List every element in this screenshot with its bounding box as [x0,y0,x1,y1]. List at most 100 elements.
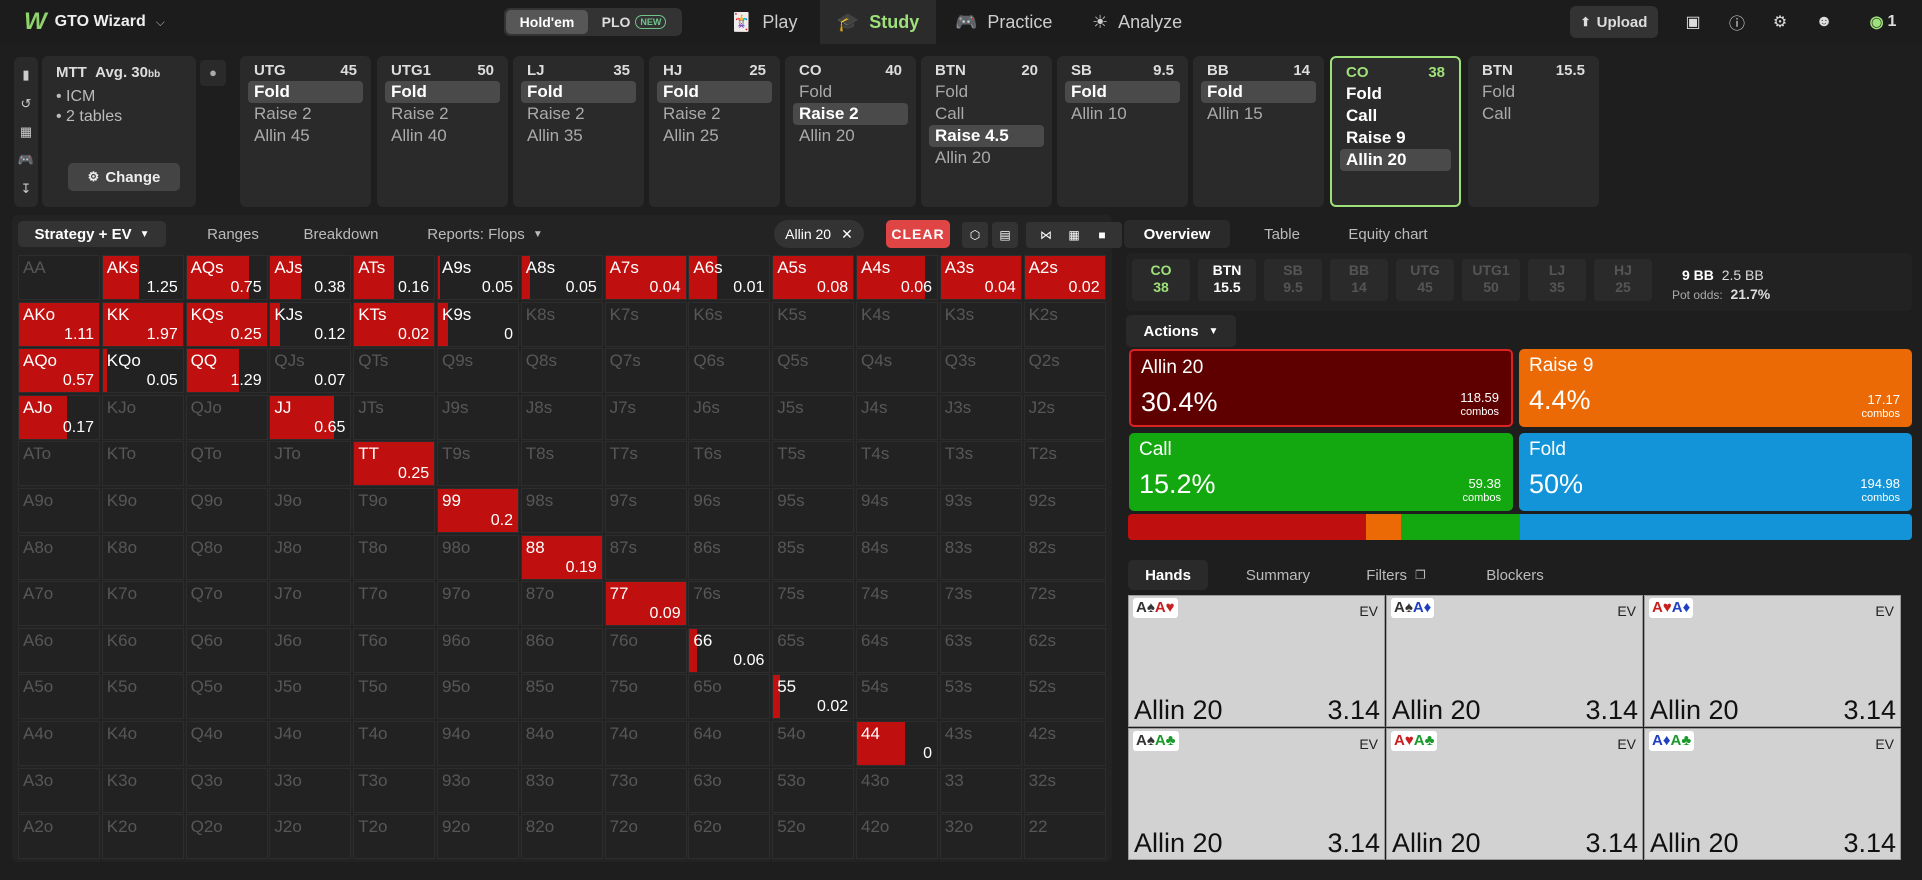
hand-cell[interactable]: A4o [18,721,100,766]
seat-action[interactable]: Fold [1201,81,1316,103]
hand-cell[interactable]: Q9s [437,348,519,394]
hand-cell[interactable]: 84s [856,534,938,580]
hand-cell[interactable]: 94o [437,721,519,766]
hand-cell[interactable]: 92o [437,814,519,860]
hand-cell[interactable]: A5s 0.08 [772,255,855,300]
hand-cell[interactable]: Q6s [688,348,771,394]
hand-cell[interactable]: K3s [939,301,1022,347]
action-box[interactable]: Allin 20 30.4% 118.59 combos [1129,349,1513,427]
seat-action[interactable]: Raise 2 [248,103,363,125]
hand-cell[interactable]: 98o [437,534,519,580]
hand-cell[interactable]: 82s [1023,534,1106,580]
hand-cell[interactable]: K4s [856,301,938,347]
hand-cell[interactable]: 52o [772,814,855,860]
tab-breakdown[interactable]: Breakdown [276,221,406,247]
hand-cell[interactable]: 85s [772,534,855,580]
hand-cell[interactable]: K6s [688,301,771,347]
seat-action[interactable]: Allin 20 [929,147,1044,169]
seat-action[interactable]: Fold [929,81,1044,103]
hand-cell[interactable]: 63o [688,767,771,813]
seat-card[interactable]: UTG1 50 Fold Raise 2 Allin 40 [377,56,508,207]
hand-cell[interactable]: 96o [437,627,519,673]
seat-action[interactable]: Call [1476,103,1591,125]
hand-cell[interactable]: J5o [269,674,352,720]
hand-cell[interactable]: QQ 1.29 [185,348,268,394]
tab-hands[interactable]: Hands [1128,560,1208,590]
hand-cell[interactable]: K5s [772,301,855,347]
hand-cell[interactable]: T7s [604,441,687,487]
bookmark-icon[interactable]: ▮ [22,67,29,83]
hand-combo-card[interactable]: A♠A♣ EV Allin 20 3.14 [1128,728,1385,860]
hand-cell[interactable]: 74s [856,581,938,627]
hand-cell[interactable]: QJs 0.07 [269,348,352,394]
hand-cell[interactable]: 76s [688,581,771,627]
hand-cell[interactable]: QTs [353,348,436,394]
hand-cell[interactable]: T6o [353,627,436,673]
hand-combo-card[interactable]: A♠A♦ EV Allin 20 3.14 [1386,595,1643,727]
hand-cell[interactable]: 72o [604,814,687,860]
hand-cell[interactable]: T5s [772,441,855,487]
history-icon[interactable]: ↺ [21,96,32,112]
hand-cell[interactable]: K7o [101,581,184,627]
hand-cell[interactable]: 64o [688,721,771,766]
gear-icon[interactable]: ⚙ [1765,6,1795,38]
hand-cell[interactable]: 94s [856,488,938,533]
help-icon[interactable]: ⓘ [1722,6,1752,38]
hand-cell[interactable]: K8o [101,534,184,580]
hand-cell[interactable]: K2o [101,814,184,860]
hand-cell[interactable]: T8o [353,534,436,580]
hand-cell[interactable]: K9o [101,488,184,533]
hand-cell[interactable]: 73o [604,767,687,813]
collapse-icon[interactable]: ↧ [21,181,32,197]
hand-cell[interactable]: J3o [269,767,352,813]
hand-cell[interactable]: KJs 0.12 [269,301,352,347]
hand-cell[interactable]: 44 0 [856,721,938,766]
hand-cell[interactable]: Q3o [185,767,268,813]
hand-cell[interactable]: QJo [185,394,268,440]
hand-cell[interactable]: 43o [856,767,938,813]
seat-action[interactable]: Call [929,103,1044,125]
position-chip[interactable]: BB 14 [1330,259,1388,301]
hand-cell[interactable]: JTo [269,441,352,487]
position-chip[interactable]: BTN 15.5 [1198,259,1256,301]
hand-cell[interactable]: A3s 0.04 [939,255,1022,300]
square-icon[interactable]: ■ [1088,222,1116,248]
filter-chip[interactable]: Allin 20 ✕ [774,220,864,248]
nav-play[interactable]: 🃏 Play [730,0,820,44]
hand-cell[interactable]: A7o [18,581,100,627]
hand-cell[interactable]: 65o [688,674,771,720]
hand-cell[interactable]: KTs 0.02 [353,301,436,347]
seat-card[interactable]: UTG 45 Fold Raise 2 Allin 45 [240,56,371,207]
tab-table[interactable]: Table [1240,220,1324,248]
hand-cell[interactable]: J3s [939,394,1022,440]
tab-holdem[interactable]: Hold'em [506,10,588,34]
hand-cell[interactable]: J6s [688,394,771,440]
seat-action[interactable]: Raise 2 [657,103,772,125]
hand-cell[interactable]: 92s [1023,488,1106,533]
hand-cell[interactable]: K9s 0 [437,301,519,347]
position-chip[interactable]: CO 38 [1132,259,1190,301]
seat-card[interactable]: CO 40 Fold Raise 2 Allin 20 [785,56,916,207]
tab-strategy-ev[interactable]: Strategy + EV ▼ [18,221,166,247]
close-icon[interactable]: ✕ [841,226,853,243]
seat-action[interactable]: Raise 9 [1340,127,1451,149]
tab-plo[interactable]: PLO NEW [588,10,680,34]
seat-action[interactable]: Fold [1340,83,1451,105]
hand-cell[interactable]: J8s [520,394,603,440]
seat-action[interactable]: Fold [248,81,363,103]
hand-cell[interactable]: T6s [688,441,771,487]
hand-cell[interactable]: AQo 0.57 [18,348,100,394]
seat-action[interactable]: Fold [793,81,908,103]
hand-cell[interactable]: K6o [101,627,184,673]
hand-cell[interactable]: 83o [520,767,603,813]
hand-cell[interactable]: AJs 0.38 [269,255,352,300]
seat-card[interactable]: BB 14 Fold Allin 15 [1193,56,1324,207]
seat-action[interactable]: Raise 2 [521,103,636,125]
seat-card[interactable]: BTN 15.5 Fold Call [1468,56,1599,207]
hand-cell[interactable]: 86o [520,627,603,673]
hand-cell[interactable]: 82o [520,814,603,860]
hand-cell[interactable]: Q2s [1023,348,1106,394]
hand-cell[interactable]: 52s [1023,674,1106,720]
hand-cell[interactable]: JJ 0.65 [269,394,352,440]
hand-cell[interactable]: Q5s [772,348,855,394]
